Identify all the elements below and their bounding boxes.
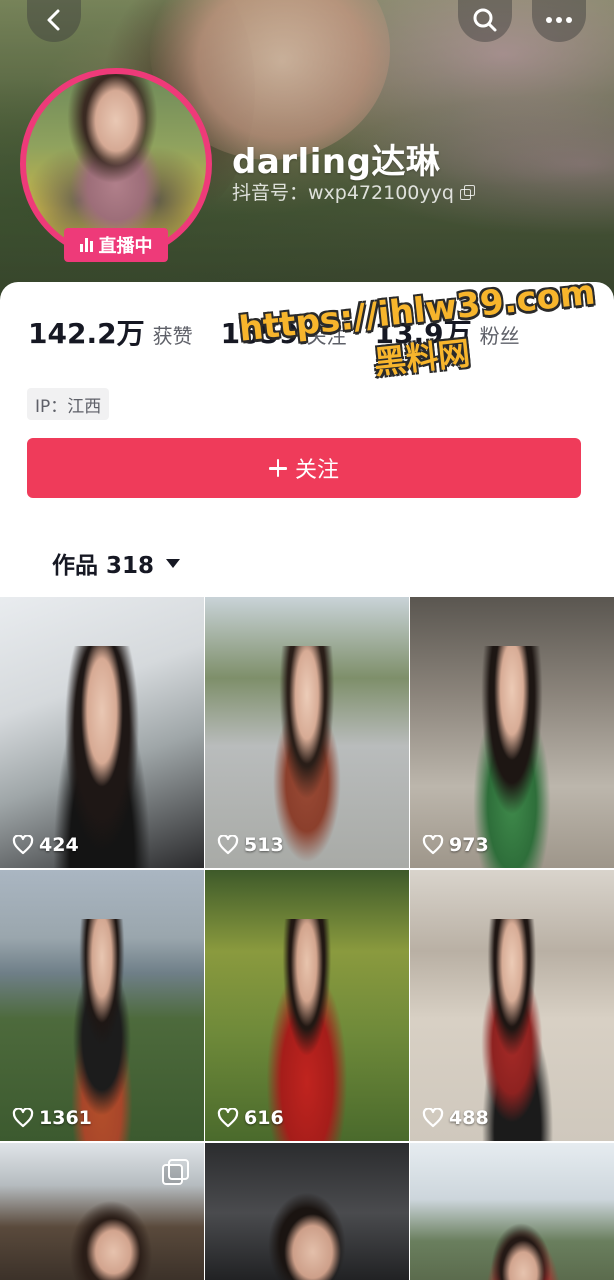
post-likes-count: 488 <box>449 1107 489 1129</box>
post-tile[interactable]: 488 <box>410 870 614 1141</box>
douyin-id: 抖音号：wxp472100yyq <box>232 182 454 204</box>
post-thumbnail <box>249 1168 365 1280</box>
plus-icon <box>268 459 287 477</box>
stat-likes[interactable]: 142.2万 获赞 <box>28 312 193 352</box>
douyin-id-row[interactable]: 抖音号：wxp472100yyq <box>232 178 475 205</box>
post-tile[interactable]: 1361 <box>0 870 204 1141</box>
stat-likes-number: 142.2万 <box>28 317 145 350</box>
post-tile[interactable]: 513 <box>205 597 409 868</box>
heart-icon <box>217 835 239 855</box>
post-likes-count: 1361 <box>39 1107 92 1129</box>
stat-following[interactable]: 1659 关注 <box>221 317 347 350</box>
post-likes-count: 616 <box>244 1107 284 1129</box>
post-likes: 616 <box>217 1107 284 1129</box>
post-likes: 973 <box>422 834 489 856</box>
post-likes: 488 <box>422 1107 489 1129</box>
heart-icon <box>12 835 34 855</box>
post-tile[interactable] <box>410 1143 614 1280</box>
tab-works-label: 作品 318 <box>52 553 155 579</box>
follow-button[interactable]: 关注 <box>27 438 581 498</box>
heart-icon <box>422 835 444 855</box>
post-thumbnail <box>44 1168 160 1280</box>
stat-following-label: 关注 <box>306 324 347 348</box>
post-likes-count: 973 <box>449 834 489 856</box>
post-tile[interactable]: 973 <box>410 597 614 868</box>
stat-followers-label: 粉丝 <box>479 324 520 348</box>
post-likes: 513 <box>217 834 284 856</box>
more-icon <box>545 16 573 24</box>
search-icon <box>472 7 498 33</box>
heart-icon <box>422 1108 444 1128</box>
stat-likes-label: 获赞 <box>152 324 193 348</box>
chevron-left-icon <box>44 8 64 32</box>
tab-works[interactable]: 作品 318 <box>52 545 181 581</box>
stat-followers[interactable]: 13.9万 粉丝 <box>375 312 520 352</box>
stat-followers-number: 13.9万 <box>374 317 472 350</box>
post-likes: 424 <box>12 834 79 856</box>
post-tile[interactable]: 424 <box>0 597 204 868</box>
copy-icon[interactable] <box>459 184 475 200</box>
heart-icon <box>12 1108 34 1128</box>
heart-icon <box>217 1108 239 1128</box>
post-tile[interactable] <box>0 1143 204 1280</box>
post-thumbnail <box>454 1168 570 1280</box>
post-likes: 1361 <box>12 1107 92 1129</box>
caret-down-icon <box>166 558 181 568</box>
stat-following-number: 1659 <box>220 317 299 350</box>
username: darling达琳 <box>232 142 441 182</box>
live-badge[interactable]: 直播中 <box>64 228 168 262</box>
multi-image-icon <box>162 1159 189 1185</box>
post-likes-count: 513 <box>244 834 284 856</box>
post-likes-count: 424 <box>39 834 79 856</box>
post-grid: 424 513 973 1361 616 488 <box>0 597 614 1280</box>
live-badge-label: 直播中 <box>98 236 153 257</box>
ip-tag: IP：江西 <box>27 388 110 420</box>
post-tile[interactable] <box>205 1143 409 1280</box>
stats-row: 142.2万 获赞 1659 关注 13.9万 粉丝 <box>28 312 520 350</box>
post-tile[interactable]: 616 <box>205 870 409 1141</box>
follow-button-label: 关注 <box>294 458 339 483</box>
live-bars-icon <box>79 238 93 252</box>
